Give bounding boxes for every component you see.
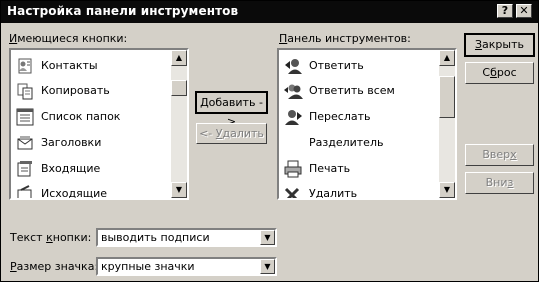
- text-option-select[interactable]: выводить подписи ▼: [96, 228, 277, 247]
- help-icon: ?: [501, 4, 509, 17]
- copy-icon: [17, 83, 33, 100]
- remove-button[interactable]: <- Удалить: [196, 123, 267, 144]
- close-window-button[interactable]: ✕: [516, 4, 532, 18]
- scroll-thumb[interactable]: [439, 76, 455, 118]
- scroll-up-button[interactable]: ▲: [171, 50, 187, 66]
- chevron-down-icon: ▼: [264, 233, 271, 242]
- toolbar-customize-dialog: Настройка панели инструментов ? ✕ Имеющи…: [0, 0, 539, 282]
- help-button[interactable]: ?: [497, 4, 513, 18]
- reply-all-icon: [284, 84, 303, 99]
- arrow-up-icon: ▲: [443, 53, 451, 62]
- headers-icon: [17, 136, 33, 150]
- contacts-icon: [18, 58, 32, 74]
- available-buttons-label: Имеющиеся кнопки:: [9, 32, 128, 45]
- folder-list-icon: [16, 108, 34, 126]
- close-button[interactable]: Закрыть: [464, 33, 535, 57]
- arrow-up-icon: ▲: [175, 53, 183, 62]
- title-bar[interactable]: Настройка панели инструментов ? ✕: [1, 1, 538, 23]
- arrow-down-icon: ▼: [175, 185, 183, 194]
- toolbar-buttons-list[interactable]: Ответить Ответить всем Переслать Раздели…: [277, 48, 457, 200]
- icon-size-label: Размер значка:: [10, 260, 99, 273]
- scroll-down-button[interactable]: ▼: [439, 182, 455, 198]
- toolbar-scrollbar[interactable]: ▲ ▼: [439, 50, 455, 198]
- dropdown-button[interactable]: ▼: [260, 230, 275, 245]
- available-buttons-list[interactable]: Контакты Копировать Список папок Заголов…: [9, 48, 189, 200]
- outbox-icon: [17, 185, 32, 198]
- add-button[interactable]: Добавить ->: [195, 91, 268, 128]
- reply-icon: [285, 59, 302, 74]
- inbox-icon: [17, 161, 32, 177]
- scroll-thumb[interactable]: [171, 80, 187, 96]
- icon-size-select[interactable]: крупные значки ▼: [96, 257, 277, 276]
- toolbar-buttons-label: Панель инструментов:: [279, 32, 411, 45]
- move-up-button[interactable]: Вверх: [465, 144, 534, 166]
- print-icon: [284, 160, 302, 178]
- scroll-up-button[interactable]: ▲: [439, 50, 455, 66]
- text-option-label: Текст кнопки:: [10, 231, 92, 244]
- delete-icon: [284, 187, 300, 198]
- forward-icon: [285, 110, 302, 125]
- scroll-down-button[interactable]: ▼: [171, 182, 187, 198]
- dropdown-button[interactable]: ▼: [260, 259, 275, 274]
- reset-button[interactable]: Сброс: [465, 62, 534, 84]
- window-title: Настройка панели инструментов: [7, 4, 239, 18]
- arrow-down-icon: ▼: [443, 185, 451, 194]
- move-down-button[interactable]: Вниз: [465, 172, 534, 194]
- available-scrollbar[interactable]: ▲ ▼: [171, 50, 187, 198]
- chevron-down-icon: ▼: [264, 262, 271, 271]
- close-icon: ✕: [519, 4, 529, 17]
